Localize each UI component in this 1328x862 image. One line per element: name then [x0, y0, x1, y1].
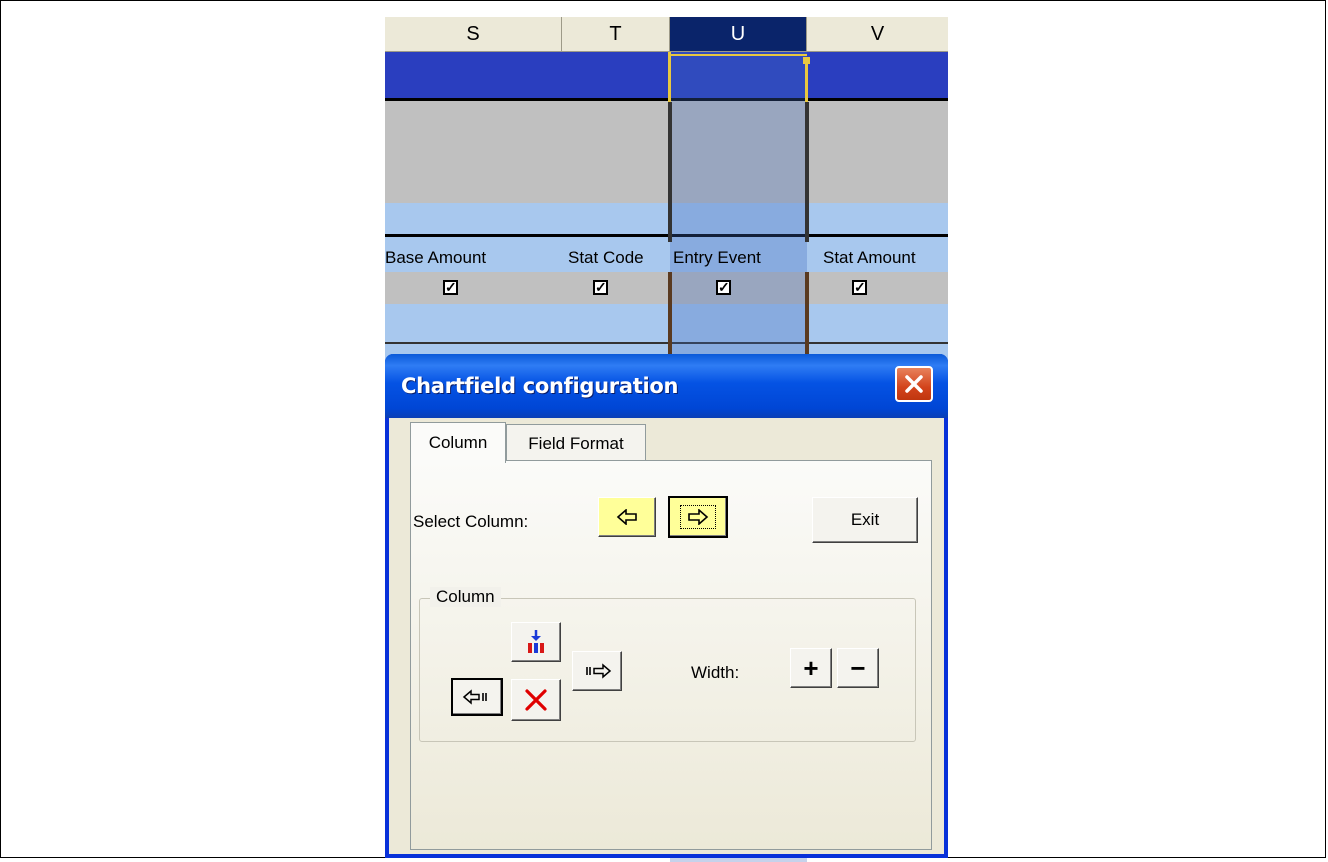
close-icon	[905, 375, 923, 393]
checkbox-entry-event[interactable]: ✓	[716, 280, 731, 295]
width-increase-button[interactable]: +	[790, 648, 832, 688]
column-header-t[interactable]: T	[562, 17, 670, 52]
move-column-right-button[interactable]	[572, 651, 622, 691]
column-header-s[interactable]: S	[385, 17, 562, 52]
width-label: Width:	[691, 663, 740, 682]
selection-border-top	[670, 54, 807, 56]
field-header-stat-amount: Stat Amount	[823, 248, 916, 267]
arrow-left-icon	[616, 509, 637, 525]
checkbox-base-amount[interactable]: ✓	[443, 280, 458, 295]
select-previous-column-button[interactable]	[598, 497, 656, 537]
column-header-v[interactable]: V	[807, 17, 948, 52]
chartfield-configuration-dialog: Chartfield configuration Column Field Fo…	[385, 354, 948, 858]
checkbox-stat-amount[interactable]: ✓	[852, 280, 867, 295]
dialog-title: Chartfield configuration	[401, 374, 679, 398]
width-decrease-button[interactable]: −	[837, 648, 879, 688]
field-header-entry-event: Entry Event	[673, 248, 761, 267]
column-border-right	[805, 102, 809, 242]
selection-border-right	[805, 64, 808, 102]
move-column-right-icon	[586, 663, 612, 679]
column-group-label: Column	[430, 587, 501, 607]
move-column-left-button[interactable]	[451, 678, 503, 716]
column-headers: S T U V	[385, 17, 948, 52]
arrow-right-icon	[688, 509, 709, 525]
column-border-left	[668, 102, 672, 242]
exit-button[interactable]: Exit	[812, 497, 918, 543]
blue-row-band	[385, 304, 948, 342]
gray-row-band	[385, 101, 948, 203]
select-next-column-button[interactable]	[668, 496, 728, 538]
move-column-left-icon	[462, 689, 487, 705]
selection-border-left	[668, 52, 671, 102]
insert-column-button[interactable]	[511, 622, 561, 662]
checkbox-stat-code[interactable]: ✓	[593, 280, 608, 295]
select-column-label: Select Column:	[413, 512, 529, 531]
delete-column-button[interactable]	[511, 679, 561, 721]
insert-column-icon	[528, 630, 544, 653]
header-row-band	[385, 52, 948, 98]
dialog-titlebar[interactable]: Chartfield configuration	[385, 354, 948, 418]
tab-column[interactable]: Column	[410, 422, 506, 463]
blue-row-band	[385, 203, 948, 235]
delete-column-icon	[525, 689, 547, 711]
tab-field-format[interactable]: Field Format	[506, 424, 646, 462]
close-button[interactable]	[895, 366, 933, 402]
column-header-u[interactable]: U	[670, 17, 807, 52]
fill-handle[interactable]	[803, 57, 810, 64]
field-header-base-amount: Base Amount	[385, 248, 487, 267]
field-header-stat-code: Stat Code	[568, 248, 644, 267]
